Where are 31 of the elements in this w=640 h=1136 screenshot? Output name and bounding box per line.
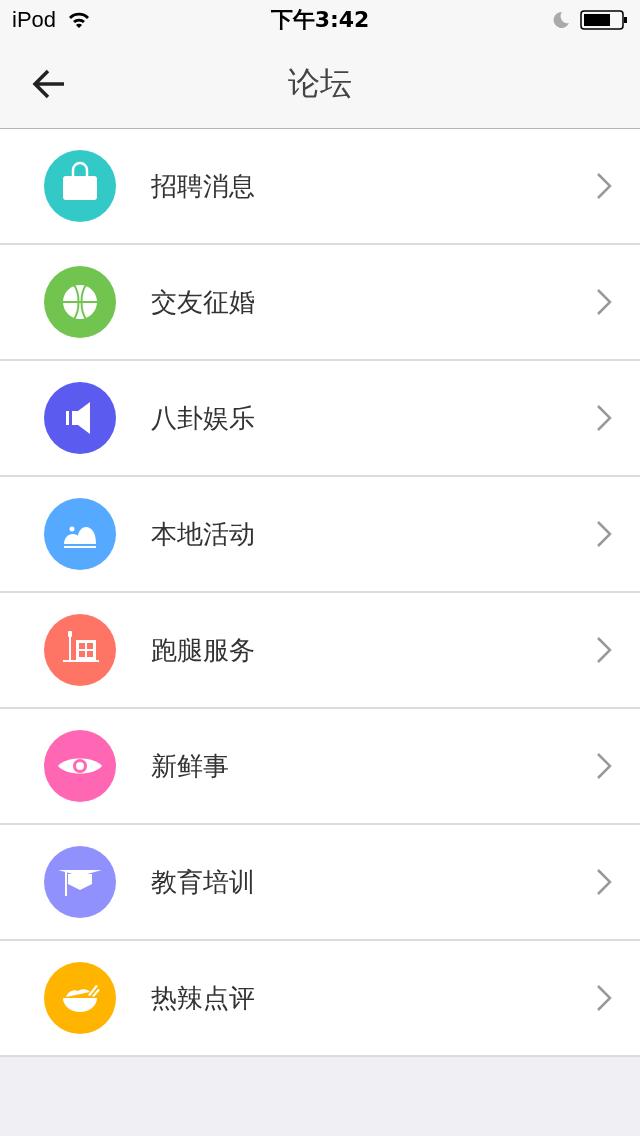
page-title: 论坛: [288, 63, 352, 104]
category-label: 跑腿服务: [151, 633, 256, 667]
forum-category-row[interactable]: 八卦娱乐: [0, 361, 640, 477]
chevron-icon: [596, 636, 612, 664]
chevron-icon: [596, 868, 612, 896]
forum-category-row[interactable]: 招聘消息: [0, 129, 640, 245]
category-label: 交友征婚: [151, 285, 256, 319]
carrier-name: iPod: [12, 7, 57, 33]
chevron-icon: [596, 520, 612, 548]
battery-icon: [580, 10, 628, 30]
moon-icon: [552, 11, 570, 29]
forum-category-row[interactable]: 跑腿服务: [0, 593, 640, 709]
chevron-icon: [596, 752, 612, 780]
back-arrow-icon: [32, 68, 66, 100]
category-label: 新鲜事: [151, 749, 230, 783]
category-label: 教育培训: [151, 865, 256, 899]
category-label: 八卦娱乐: [151, 401, 256, 435]
forum-category-row[interactable]: 本地活动: [0, 477, 640, 593]
forum-category-row[interactable]: 教育培训: [0, 825, 640, 941]
category-label: 招聘消息: [151, 169, 256, 203]
category-label: 本地活动: [151, 517, 256, 551]
chevron-icon: [596, 172, 612, 200]
chevron-icon: [596, 984, 612, 1012]
forum-category-row[interactable]: 交友征婚: [0, 245, 640, 361]
clock-time: 下午3:42: [270, 6, 370, 34]
forum-category-row[interactable]: 热辣点评: [0, 941, 640, 1057]
category-label: 热辣点评: [151, 981, 256, 1015]
wifi-icon: [68, 11, 91, 29]
chevron-icon: [596, 404, 612, 432]
chevron-icon: [596, 288, 612, 316]
forum-category-row[interactable]: 新鲜事: [0, 709, 640, 825]
